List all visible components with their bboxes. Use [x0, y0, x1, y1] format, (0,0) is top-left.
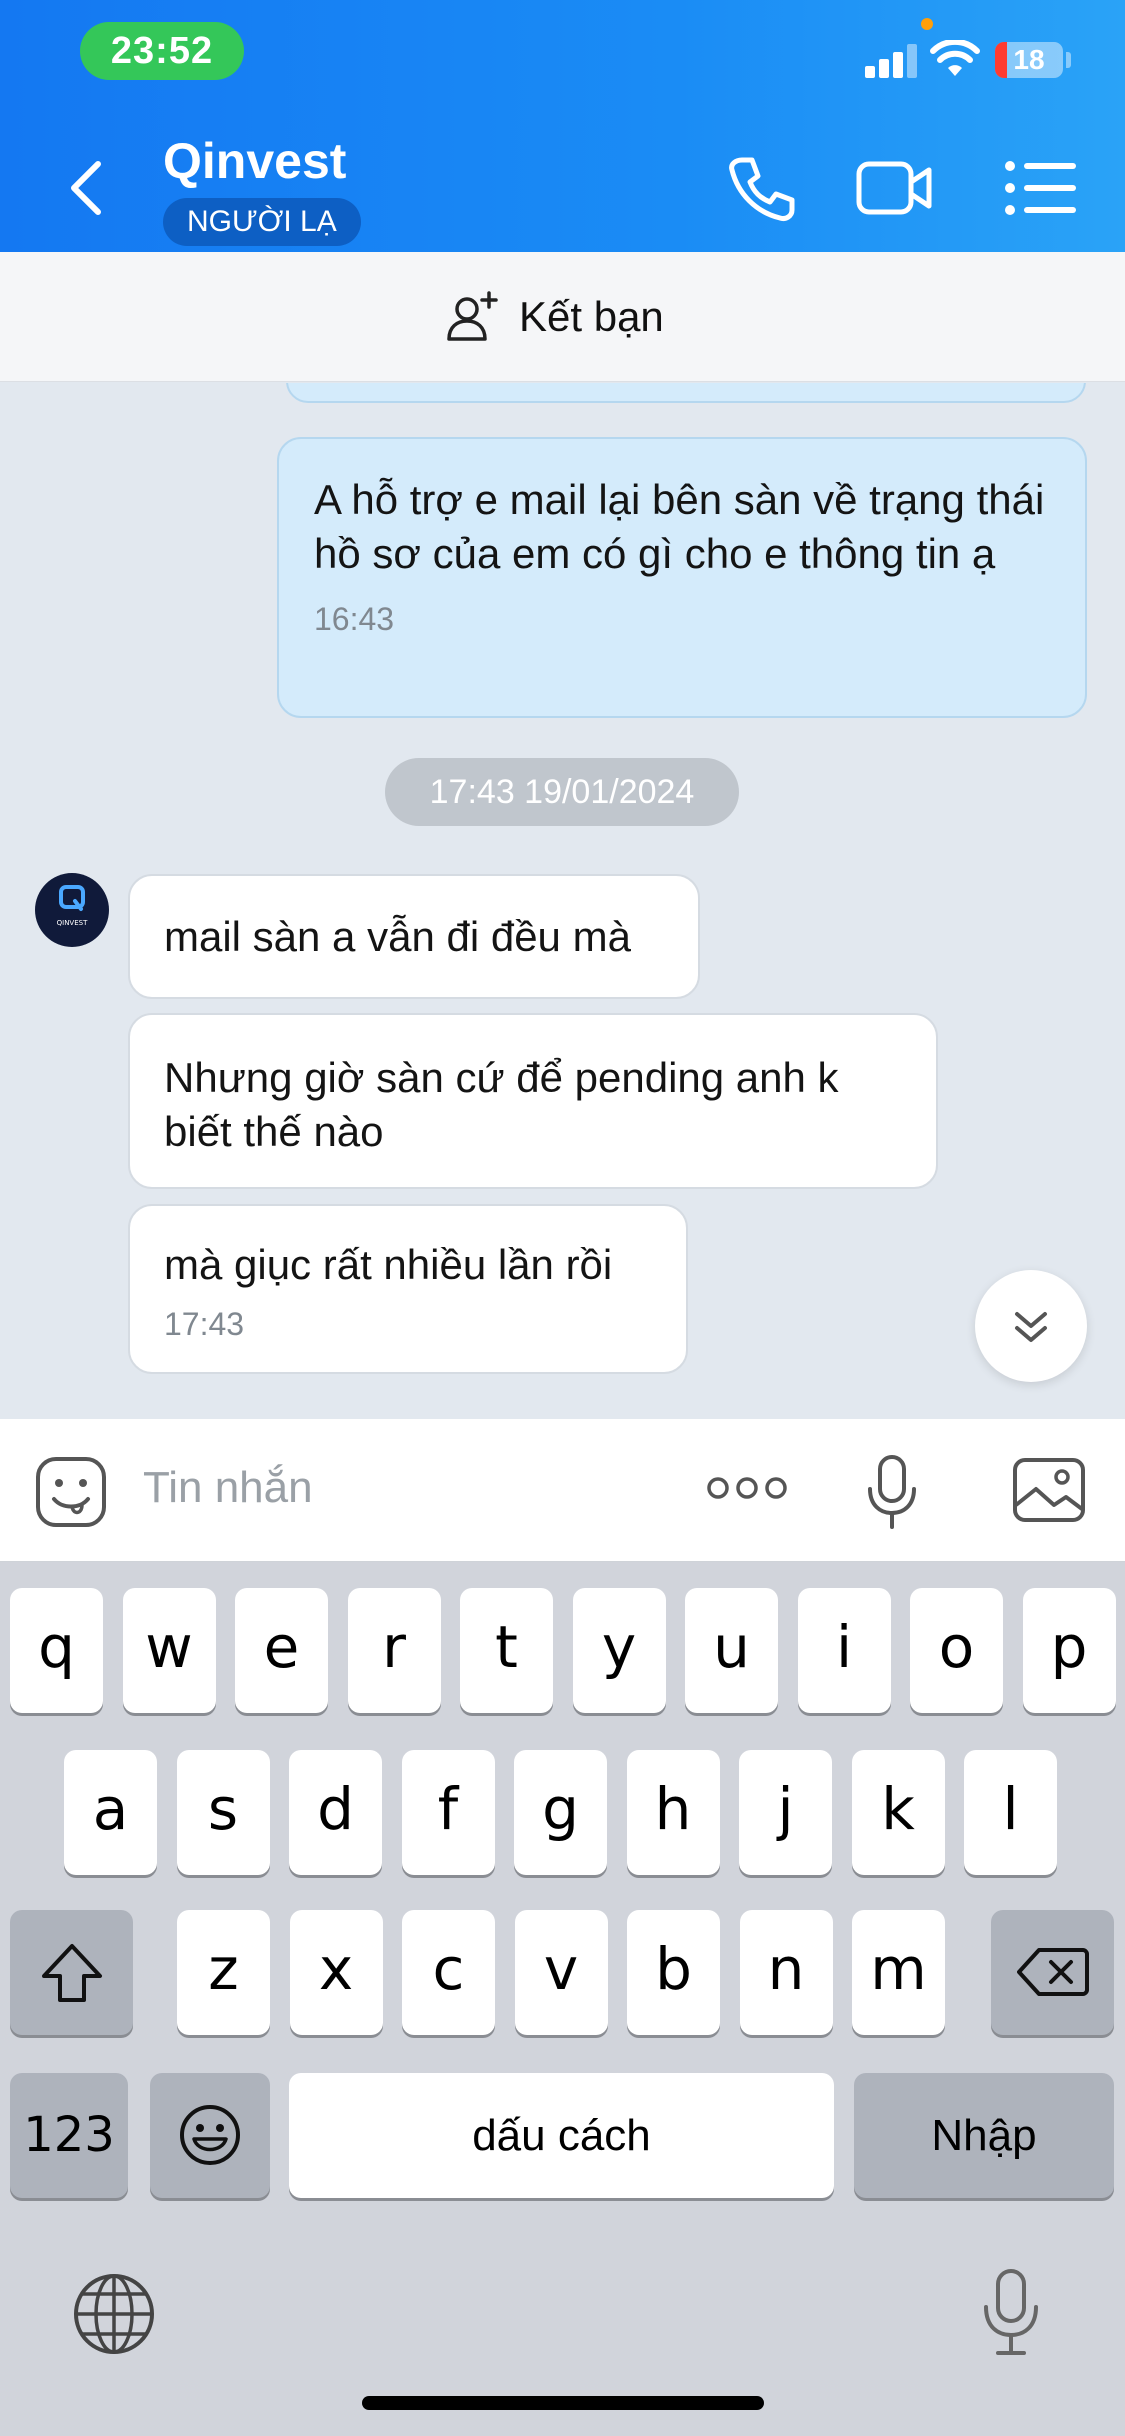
- on-screen-keyboard: qwertyuiop asdfghjkl zxcvbnm 123 dấu các…: [0, 1562, 1125, 2436]
- key-p[interactable]: p: [1022, 1588, 1116, 1713]
- battery-nub: [1066, 52, 1071, 68]
- numbers-key[interactable]: 123: [10, 2073, 128, 2198]
- key-u[interactable]: u: [685, 1588, 778, 1713]
- phone-icon[interactable]: [720, 150, 800, 226]
- space-key[interactable]: dấu cách: [289, 2073, 834, 2198]
- backspace-key[interactable]: [991, 1910, 1114, 2035]
- message-text: A hỗ trợ e mail lại bên sàn về trạng thá…: [314, 476, 1045, 577]
- incoming-message-bubble[interactable]: Nhưng giờ sàn cứ để pending anh k biết t…: [128, 1013, 938, 1189]
- status-time: 23:52: [80, 22, 244, 80]
- emoji-smiley-icon: [180, 2105, 240, 2165]
- privacy-indicator-dot: [921, 18, 933, 30]
- key-s[interactable]: s: [176, 1750, 270, 1875]
- message-text: mà giục rất nhiều lần rồi: [164, 1241, 613, 1288]
- return-key[interactable]: Nhập: [854, 2073, 1114, 2198]
- previous-message-bubble: [286, 383, 1086, 403]
- chat-title[interactable]: Qinvest: [163, 132, 346, 190]
- incoming-message-bubble[interactable]: mà giục rất nhiều lần rồi 17:43: [128, 1204, 688, 1374]
- key-m[interactable]: m: [852, 1910, 945, 2035]
- double-chevron-down-icon: [1015, 1312, 1047, 1342]
- key-a[interactable]: a: [64, 1750, 157, 1875]
- key-x[interactable]: x: [289, 1910, 383, 2035]
- dictation-microphone-icon[interactable]: [980, 2267, 1042, 2359]
- message-input-bar: Tin nhắn: [0, 1419, 1125, 1562]
- microphone-icon[interactable]: [864, 1453, 920, 1533]
- key-q[interactable]: q: [10, 1588, 103, 1713]
- key-e[interactable]: e: [235, 1588, 328, 1713]
- message-text: mail sàn a vẫn đi đều mà: [164, 913, 631, 960]
- key-j[interactable]: j: [739, 1750, 832, 1875]
- delete-icon: [1017, 1948, 1089, 1996]
- emoji-key[interactable]: [150, 2073, 270, 2198]
- scroll-to-bottom-button[interactable]: [975, 1270, 1087, 1382]
- key-t[interactable]: t: [460, 1588, 553, 1713]
- message-time: 17:43: [164, 1306, 245, 1342]
- message-text: Nhưng giờ sàn cứ để pending anh k biết t…: [164, 1054, 839, 1155]
- key-l[interactable]: l: [964, 1750, 1057, 1875]
- key-h[interactable]: h: [626, 1750, 720, 1875]
- key-z[interactable]: z: [177, 1910, 270, 2035]
- shift-key[interactable]: [10, 1910, 133, 2035]
- menu-list-icon[interactable]: [1000, 150, 1080, 226]
- message-input[interactable]: Tin nhắn: [143, 1463, 313, 1513]
- chat-area[interactable]: A hỗ trợ e mail lại bên sàn về trạng thá…: [0, 383, 1125, 1419]
- add-friend-icon: [447, 291, 498, 341]
- back-icon[interactable]: [60, 158, 116, 218]
- key-y[interactable]: y: [572, 1588, 666, 1713]
- stranger-badge: NGƯỜI LẠ: [163, 198, 361, 246]
- avatar[interactable]: QINVEST: [35, 873, 109, 947]
- key-v[interactable]: v: [514, 1910, 608, 2035]
- battery-icon: 18: [995, 42, 1063, 78]
- add-friend-bar: Kết bạn: [0, 252, 1125, 382]
- outgoing-message-bubble[interactable]: A hỗ trợ e mail lại bên sàn về trạng thá…: [277, 437, 1087, 718]
- key-d[interactable]: d: [289, 1750, 382, 1875]
- key-r[interactable]: r: [347, 1588, 441, 1713]
- avatar-logo-text: QINVEST: [57, 919, 88, 927]
- key-g[interactable]: g: [514, 1750, 607, 1875]
- key-n[interactable]: n: [739, 1910, 833, 2035]
- key-w[interactable]: w: [122, 1588, 216, 1713]
- globe-icon[interactable]: [72, 2272, 156, 2356]
- image-gallery-icon[interactable]: [1012, 1457, 1086, 1523]
- incoming-message-bubble[interactable]: mail sàn a vẫn đi đều mà: [128, 874, 700, 999]
- key-b[interactable]: b: [627, 1910, 720, 2035]
- battery-percent: 18: [1013, 44, 1045, 75]
- video-call-icon[interactable]: [855, 150, 935, 226]
- key-c[interactable]: c: [402, 1910, 495, 2035]
- home-indicator: [362, 2396, 764, 2410]
- shift-arrow-icon: [42, 1944, 102, 2002]
- chat-header: 23:52 18 Qinvest NGƯỜI LẠ: [0, 0, 1125, 252]
- date-separator: 17:43 19/01/2024: [385, 758, 739, 826]
- key-i[interactable]: i: [797, 1588, 891, 1713]
- add-friend-button[interactable]: Kết bạn: [445, 282, 664, 352]
- key-o[interactable]: o: [910, 1588, 1003, 1713]
- cellular-signal-icon: [865, 44, 917, 78]
- wifi-icon: [930, 40, 980, 76]
- qinvest-logo-icon: QINVEST: [57, 885, 88, 927]
- key-f[interactable]: f: [401, 1750, 495, 1875]
- key-k[interactable]: k: [851, 1750, 945, 1875]
- message-time: 16:43: [314, 601, 395, 637]
- add-friend-label: Kết bạn: [519, 293, 664, 340]
- more-options-icon[interactable]: [706, 1473, 788, 1503]
- sticker-emoji-icon[interactable]: [34, 1455, 108, 1529]
